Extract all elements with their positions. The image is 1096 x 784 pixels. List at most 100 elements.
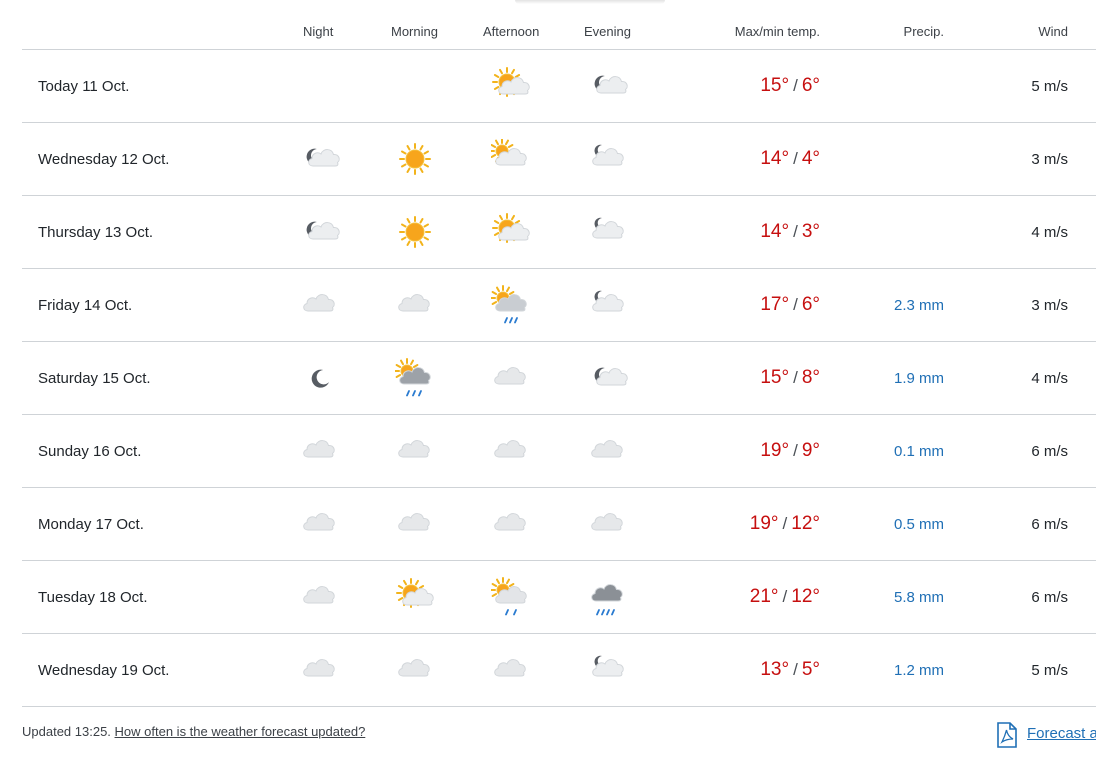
min-temp: 3° [801, 221, 820, 242]
row-date: Tuesday 18 Oct. [38, 589, 148, 606]
partly-cloudy-night-icon [588, 66, 628, 106]
cloud-icon [395, 650, 435, 690]
fair-cloud-day-icon [491, 139, 531, 179]
max-temp: 19° [760, 440, 790, 461]
cloudy-night-icon [588, 139, 628, 179]
precipitation: 0.1 mm [893, 443, 944, 460]
footer: Updated 13:25. How often is the weather … [22, 724, 365, 739]
wind-speed: 6 m/s [1031, 516, 1068, 533]
header-night: Night [303, 24, 334, 39]
forecast-update-info-link[interactable]: How often is the weather forecast update… [115, 724, 366, 739]
pdf-icon [997, 722, 1017, 748]
forecast-row[interactable]: Friday 14 Oct. 17°/6° 2.3 mm 3 m/s [22, 269, 1096, 342]
cloud-icon [300, 650, 340, 690]
temp-separator: / [793, 76, 798, 95]
max-min-temp: 13°/5° [760, 659, 820, 681]
min-temp: 12° [791, 586, 820, 607]
max-min-temp: 14°/3° [760, 221, 820, 243]
header-evening: Evening [584, 24, 631, 39]
forecast-table: Night Morning Afternoon Evening Max/min … [22, 0, 1096, 707]
forecast-row[interactable]: Today 11 Oct. 15°/6° 5 m/s [22, 50, 1096, 123]
min-temp: 9° [801, 440, 820, 461]
partly-cloudy-day-icon [395, 577, 435, 617]
cloud-icon [491, 650, 531, 690]
row-date: Saturday 15 Oct. [38, 370, 151, 387]
row-date: Wednesday 12 Oct. [38, 151, 170, 168]
row-date: Thursday 13 Oct. [38, 224, 154, 241]
cloud-icon [300, 431, 340, 471]
precipitation: 0.5 mm [893, 516, 944, 533]
cloud-icon [588, 431, 628, 471]
header-morning: Morning [391, 24, 438, 39]
rain-cloud-icon [588, 577, 628, 617]
forecast-row[interactable]: Wednesday 12 Oct. 14°/4° 3 m/s [22, 123, 1096, 196]
updated-time: Updated 13:25. [22, 724, 111, 739]
forecast-row[interactable]: Monday 17 Oct. 19°/12° 0.5 mm 6 m/s [22, 488, 1096, 561]
rain-showers-day-icon [491, 285, 531, 325]
wind-speed: 3 m/s [1031, 297, 1068, 314]
cloudy-night-icon [588, 285, 628, 325]
min-temp: 6° [801, 75, 820, 96]
max-temp: 14° [760, 221, 790, 242]
temp-separator: / [793, 295, 798, 314]
max-min-temp: 21°/12° [750, 586, 820, 608]
cloud-icon [300, 577, 340, 617]
cloud-icon [491, 431, 531, 471]
wind-speed: 5 m/s [1031, 662, 1068, 679]
cloudy-night-icon [588, 650, 628, 690]
header-afternoon: Afternoon [483, 24, 540, 39]
wind-speed: 5 m/s [1031, 78, 1068, 95]
forecast-pdf-link[interactable]: Forecast as PDF [996, 722, 1096, 748]
min-temp: 6° [801, 294, 820, 315]
moon-icon [300, 358, 340, 398]
max-temp: 15° [760, 367, 790, 388]
forecast-row[interactable]: Wednesday 19 Oct. 13°/5° 1.2 mm 5 m/s [22, 634, 1096, 707]
forecast-row[interactable]: Tuesday 18 Oct. 21°/12° 5.8 mm 6 m/s [22, 561, 1096, 634]
max-temp: 19° [749, 513, 779, 534]
row-date: Wednesday 19 Oct. [38, 662, 170, 679]
cloud-icon [395, 431, 435, 471]
forecast-row[interactable]: Sunday 16 Oct. 19°/9° 0.1 mm 6 m/s [22, 415, 1096, 488]
cloudy-night-icon [588, 212, 628, 252]
wind-speed: 6 m/s [1031, 443, 1068, 460]
light-rain-day-icon [491, 577, 531, 617]
cloud-icon [491, 504, 531, 544]
partly-cloudy-night-icon [300, 139, 340, 179]
wind-speed: 3 m/s [1031, 151, 1068, 168]
row-date: Monday 17 Oct. [38, 516, 144, 533]
max-temp: 15° [760, 75, 790, 96]
header-precip: Precip. [903, 24, 944, 39]
row-date: Today 11 Oct. [38, 78, 130, 95]
max-min-temp: 14°/4° [760, 148, 820, 170]
cloud-icon [588, 504, 628, 544]
wind-speed: 4 m/s [1031, 224, 1068, 241]
sun-icon [395, 139, 435, 179]
max-min-temp: 19°/9° [760, 440, 820, 462]
precipitation: 2.3 mm [893, 297, 944, 314]
rain-showers-day-dark-icon [395, 358, 435, 398]
forecast-row[interactable]: Saturday 15 Oct. 15°/8° 1.9 mm 4 m/s [22, 342, 1096, 415]
min-temp: 8° [801, 367, 820, 388]
min-temp: 12° [791, 513, 820, 534]
max-min-temp: 19°/12° [750, 513, 820, 535]
max-temp: 13° [760, 659, 790, 680]
partly-cloudy-day-icon [491, 66, 531, 106]
temp-separator: / [793, 149, 798, 168]
row-date: Sunday 16 Oct. [38, 443, 142, 460]
precipitation: 5.8 mm [893, 589, 944, 606]
forecast-row[interactable]: Thursday 13 Oct. 14°/3° 4 m/s [22, 196, 1096, 269]
partly-cloudy-night-icon [300, 212, 340, 252]
temp-separator: / [793, 441, 798, 460]
partly-cloudy-night-icon [588, 358, 628, 398]
cloud-icon [300, 285, 340, 325]
max-temp: 21° [749, 586, 779, 607]
wind-speed: 6 m/s [1031, 589, 1068, 606]
min-temp: 5° [801, 659, 820, 680]
temp-separator: / [793, 660, 798, 679]
table-header: Night Morning Afternoon Evening Max/min … [22, 0, 1096, 50]
precipitation: 1.2 mm [893, 662, 944, 679]
temp-separator: / [793, 368, 798, 387]
cloud-icon [395, 504, 435, 544]
header-temp: Max/min temp. [734, 24, 820, 39]
max-min-temp: 15°/8° [760, 367, 820, 389]
